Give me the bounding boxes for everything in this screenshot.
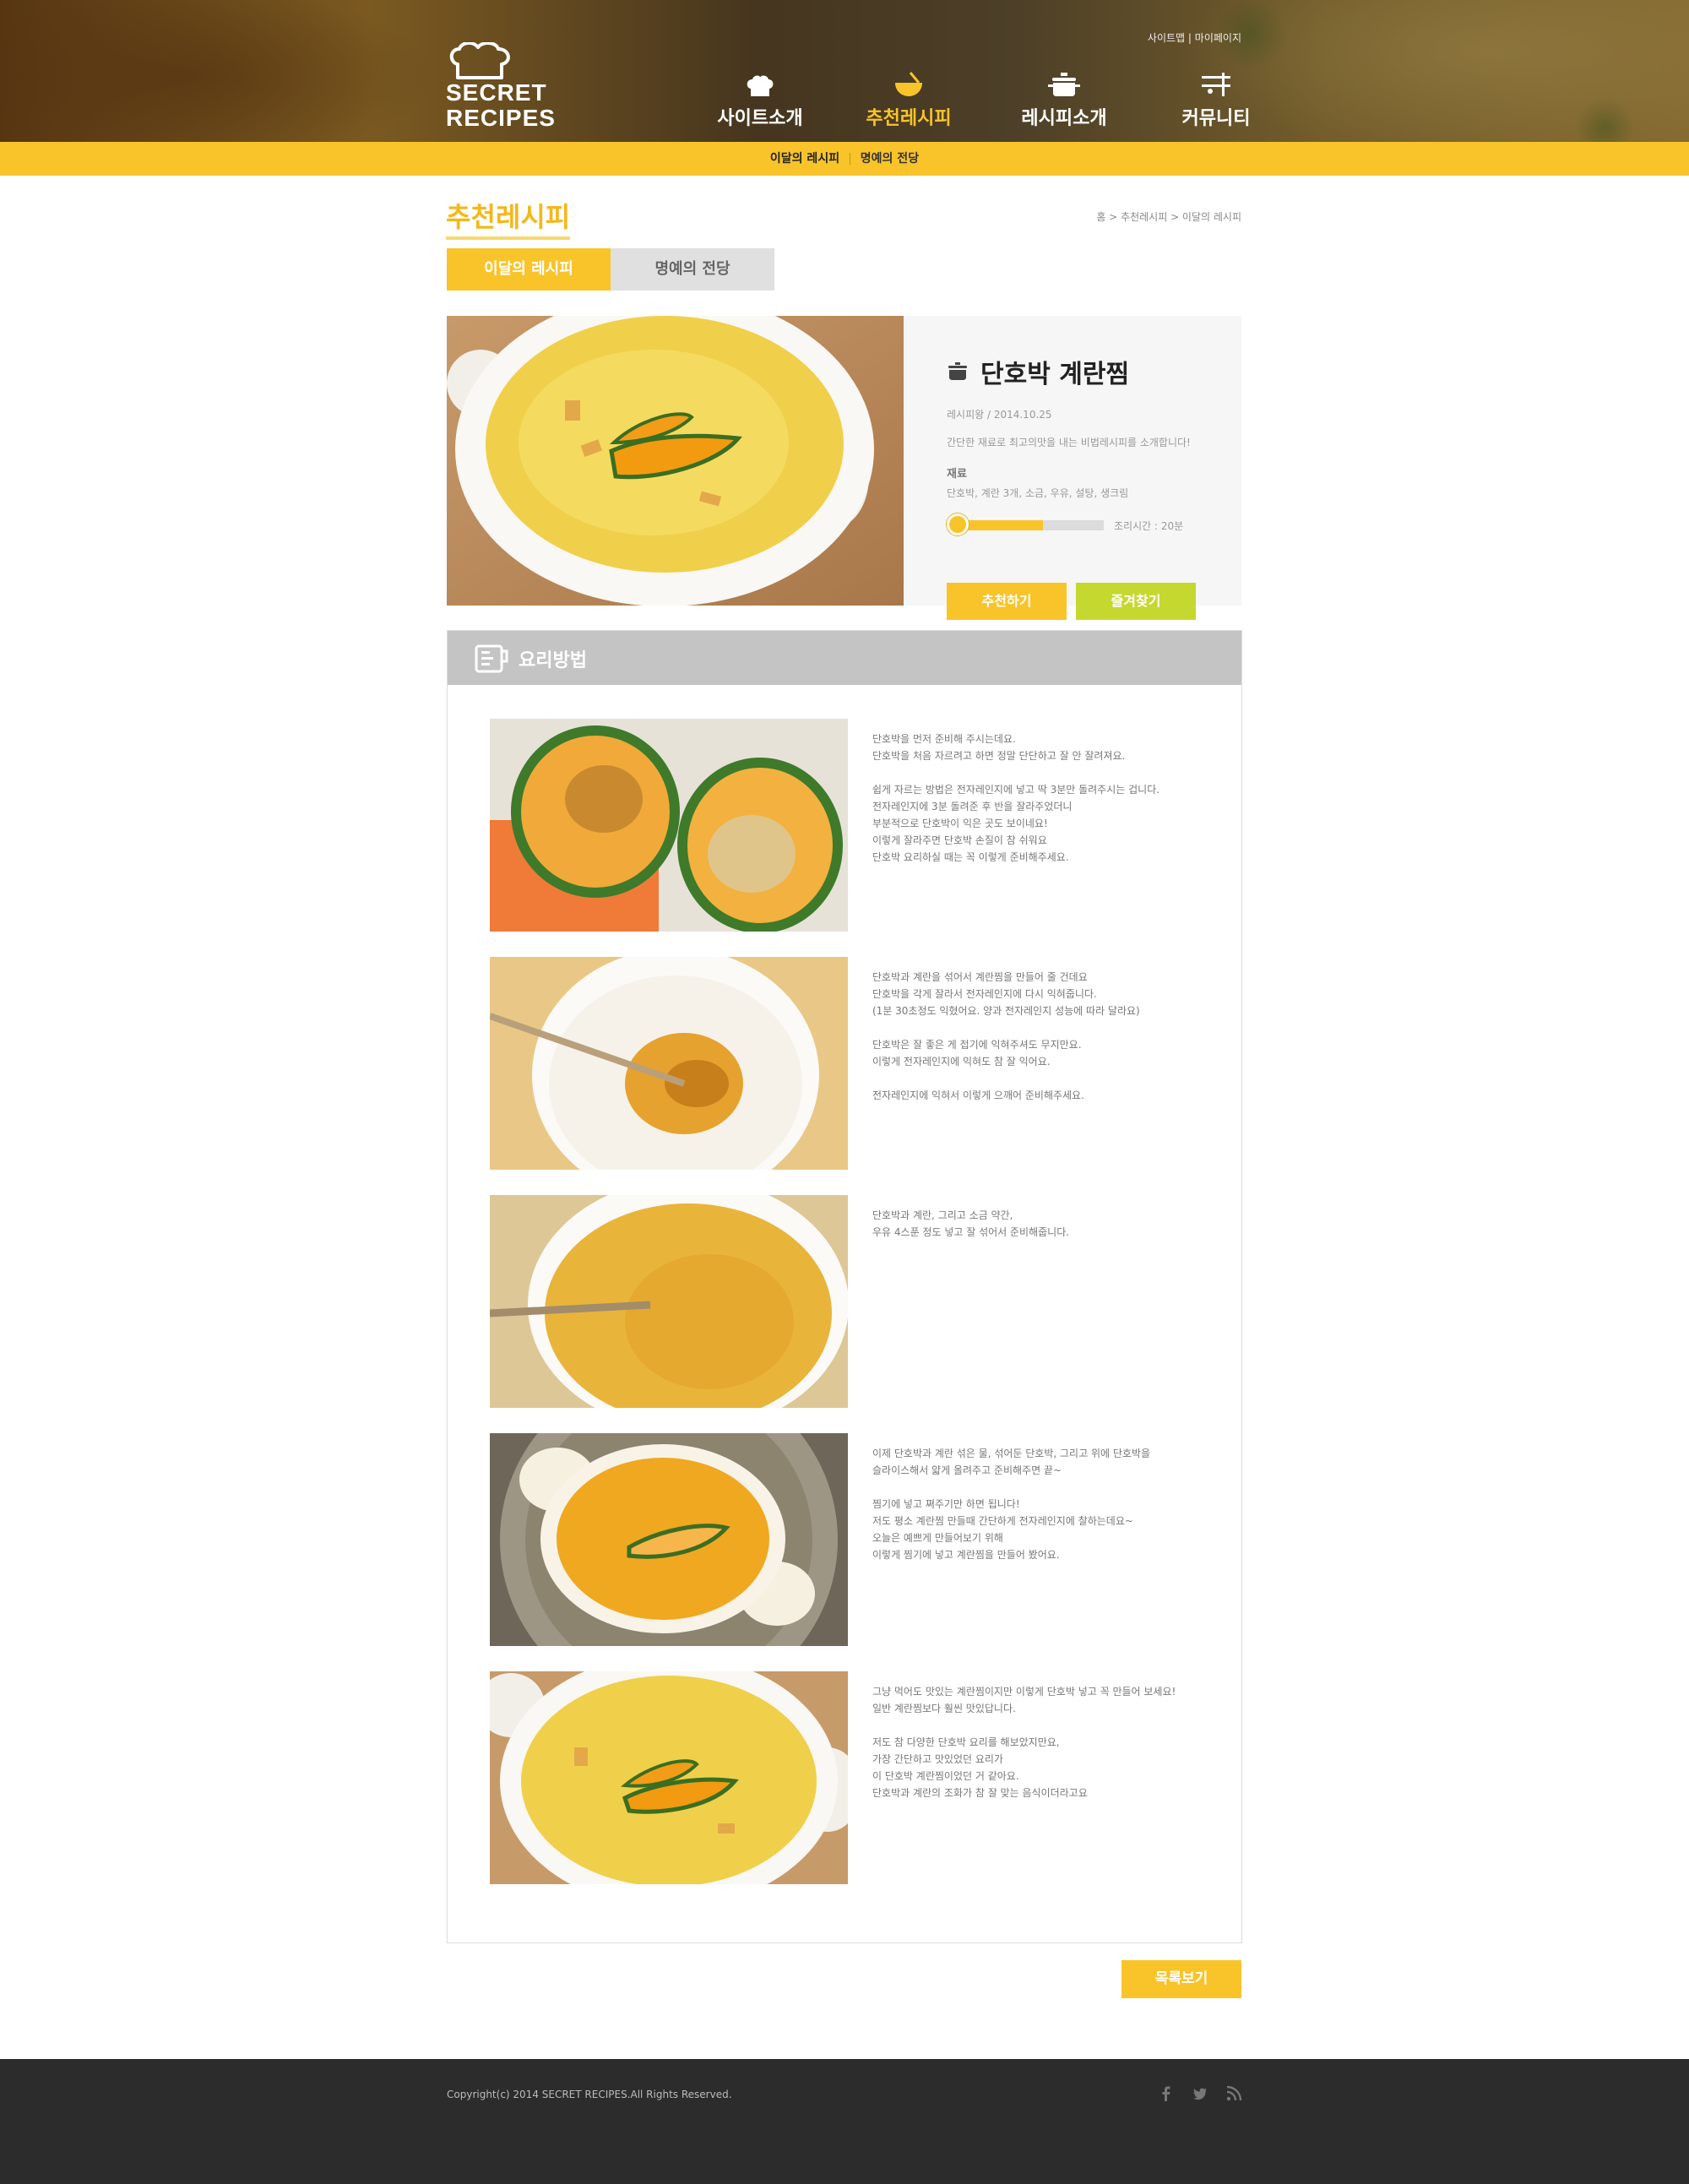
- recommend-button[interactable]: 추천하기: [947, 583, 1067, 620]
- ingredients-heading: 재료: [947, 468, 967, 481]
- tab-monthly-recipe[interactable]: 이달의 레시피: [447, 248, 611, 291]
- list-button[interactable]: 목록보기: [1121, 1960, 1241, 1998]
- main-nav: 사이트소개 추천레시피 레시피소개 커뮤니티: [701, 68, 1275, 130]
- favorite-button[interactable]: 즐겨찾기: [1076, 583, 1196, 620]
- header: SECRET RECIPES 사이트맵 | 마이페이지 사이트소개 추천레시피: [0, 0, 1689, 142]
- step-text: 이제 단호박과 계란 섞은 물, 섞어둔 단호박, 그리고 위에 단호박을 슬라…: [872, 1448, 1151, 1561]
- step-text: 단호박을 먼저 준비해 주시는데요. 단호박을 처음 자르려고 하면 정말 단단…: [872, 733, 1160, 863]
- sub-nav-bar: 이달의 레시피 | 명예의 전당: [0, 142, 1689, 176]
- measuring-cup-icon: [475, 644, 508, 673]
- logo-text-line1: SECRET: [446, 79, 547, 106]
- step-photo: [490, 957, 848, 1170]
- method-title: 요리방법: [519, 650, 587, 671]
- step-text: 단호박과 계란을 섞어서 계란찜을 만들어 줄 건데요 단호박을 각게 잘라서 …: [872, 971, 1140, 1101]
- step-photo: [490, 1433, 848, 1646]
- cook-time-label: 조리시간 : 20분: [1114, 520, 1184, 532]
- twitter-icon[interactable]: [1192, 2086, 1208, 2101]
- nav-label: 추천레시피: [866, 108, 952, 129]
- recipe-description: 간단한 재료로 최고의맛을 내는 비법레시피를 소개합니다!: [947, 437, 1191, 448]
- utility-links: 사이트맵 | 마이페이지: [1148, 30, 1241, 45]
- nav-item-site-intro[interactable]: 사이트소개: [701, 68, 819, 130]
- utensils-icon: [1202, 73, 1230, 96]
- step-text: 그냥 먹어도 맛있는 계란찜이지만 이렇게 단호박 넣고 꼭 만들어 보세요! …: [872, 1686, 1176, 1799]
- nav-label: 레시피소개: [1021, 108, 1107, 129]
- chef-hat-icon: [747, 75, 774, 96]
- nav-item-recommended-recipes[interactable]: 추천레시피: [850, 68, 968, 130]
- logo[interactable]: SECRET RECIPES: [446, 42, 560, 131]
- page-title: 추천레시피: [446, 196, 571, 240]
- breadcrumb: 홈 > 추천레시피 > 이달의 레시피: [1096, 211, 1241, 223]
- nav-label: 커뮤니티: [1181, 108, 1251, 129]
- pot-icon: [1048, 73, 1080, 96]
- mypage-link[interactable]: 마이페이지: [1195, 32, 1241, 44]
- copyright: Copyright(c) 2014 SECRET RECIPES.All Rig…: [447, 2089, 732, 2100]
- nav-label: 사이트소개: [717, 108, 803, 129]
- method-step-2: 단호박과 계란을 섞어서 계란찜을 만들어 줄 건데요 단호박을 각게 잘라서 …: [490, 957, 1216, 1170]
- facebook-icon[interactable]: [1159, 2086, 1174, 2101]
- recipe-tabs: 이달의 레시피 명예의 전당: [447, 248, 774, 291]
- nav-item-recipe-intro[interactable]: 레시피소개: [1005, 68, 1123, 130]
- nav-item-community[interactable]: 커뮤니티: [1157, 68, 1275, 130]
- pot-icon: [948, 362, 967, 380]
- cook-time-track: [952, 520, 1104, 530]
- cook-time-knob: [947, 513, 969, 535]
- recipe-meta: 레시피왕 / 2014.10.25: [947, 409, 1052, 421]
- method-step-1: 단호박을 먼저 준비해 주시는데요. 단호박을 처음 자르려고 하면 정말 단단…: [490, 719, 1216, 932]
- recipe-main-photo: [447, 316, 904, 606]
- recipe-title: 단호박 계란찜: [980, 360, 1130, 389]
- step-photo: [490, 1671, 848, 1884]
- method-step-4: 이제 단호박과 계란 섞은 물, 섞어둔 단호박, 그리고 위에 단호박을 슬라…: [490, 1433, 1216, 1646]
- subnav-separator: |: [848, 152, 852, 166]
- rss-icon[interactable]: [1226, 2085, 1242, 2101]
- step-photo: [490, 719, 848, 932]
- sns-links: [1159, 2085, 1242, 2101]
- sitemap-link[interactable]: 사이트맵: [1148, 32, 1185, 44]
- subnav-hall-of-fame[interactable]: 명예의 전당: [861, 152, 919, 166]
- footer: Copyright(c) 2014 SECRET RECIPES.All Rig…: [0, 2059, 1689, 2184]
- util-separator: |: [1187, 32, 1192, 44]
- recipe-info: 단호박 계란찜 레시피왕 / 2014.10.25 간단한 재료로 최고의맛을 …: [947, 353, 1225, 620]
- tab-hall-of-fame[interactable]: 명예의 전당: [611, 248, 774, 291]
- method-step-5: 그냥 먹어도 맛있는 계란찜이지만 이렇게 단호박 넣고 꼭 만들어 보세요! …: [490, 1671, 1216, 1884]
- subnav-monthly-recipe[interactable]: 이달의 레시피: [770, 152, 839, 166]
- step-text: 단호박과 계란, 그리고 소금 약간, 우유 4스푼 정도 넣고 잘 섞어서 준…: [872, 1209, 1070, 1238]
- cooking-method: 요리방법 단호박을 먼저 준비해 주시는데요. 단호박을 처음 자르려고 하면 …: [447, 630, 1242, 1943]
- bowl-icon: [895, 72, 922, 96]
- logo-text-line2: RECIPES: [446, 105, 556, 131]
- cook-time-bar: 조리시간 : 20분: [947, 512, 1225, 535]
- recipe-summary: 단호박 계란찜 레시피왕 / 2014.10.25 간단한 재료로 최고의맛을 …: [447, 316, 1241, 620]
- method-header: 요리방법: [448, 631, 1241, 685]
- step-photo: [490, 1195, 848, 1408]
- chef-hat-logo-icon: [449, 42, 510, 79]
- ingredients-list: 단호박, 계란 3개, 소금, 우유, 설탕, 생크림: [947, 487, 1129, 499]
- method-step-3: 단호박과 계란, 그리고 소금 약간, 우유 4스푼 정도 넣고 잘 섞어서 준…: [490, 1195, 1216, 1408]
